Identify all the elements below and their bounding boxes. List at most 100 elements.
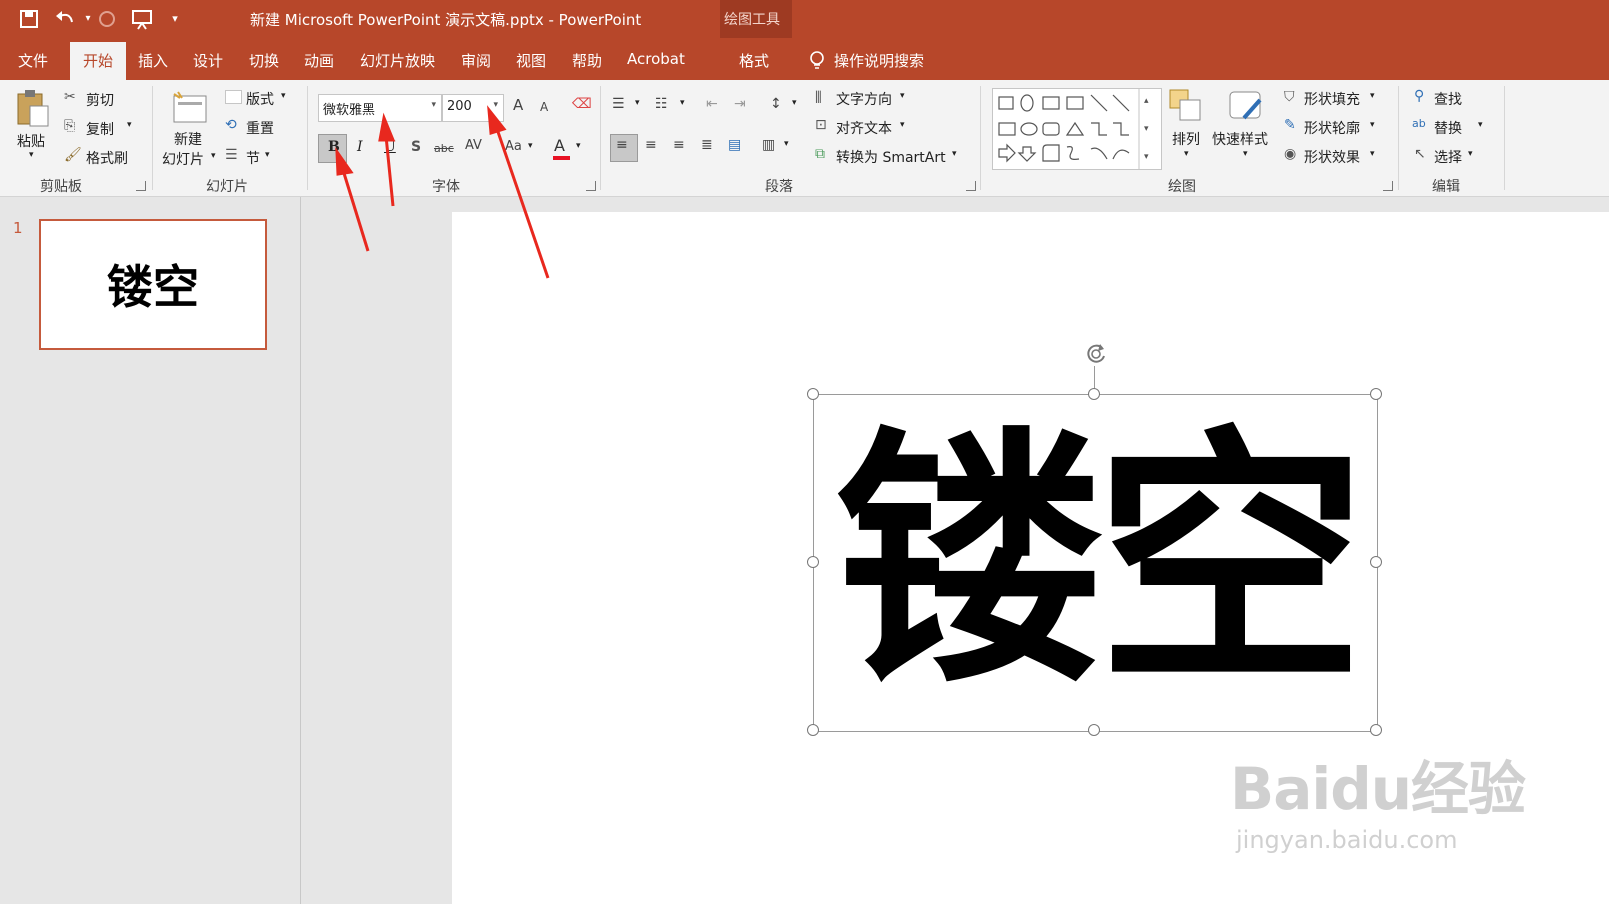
drawing-launcher[interactable] [1383, 181, 1393, 191]
format-painter-button[interactable]: 格式刷 [86, 148, 128, 168]
resize-handle-n[interactable] [1088, 388, 1100, 400]
new-slide-label-2[interactable]: 幻灯片 [162, 149, 204, 169]
shape-effects-dropdown-icon[interactable]: ▾ [1370, 149, 1375, 159]
tab-insert[interactable]: 插入 [138, 50, 168, 71]
decrease-indent-icon[interactable]: ⇤ [706, 96, 718, 112]
shrink-font-button[interactable]: A [540, 100, 548, 114]
font-name-combobox[interactable]: 微软雅黑 ▾ [318, 94, 442, 122]
new-slide-dropdown-icon[interactable]: ▾ [211, 151, 216, 161]
align-center-icon[interactable]: ≡ [645, 137, 657, 153]
tab-help[interactable]: 帮助 [572, 50, 602, 71]
increase-indent-icon[interactable]: ⇥ [734, 96, 746, 112]
shape-effects-button[interactable]: 形状效果 [1304, 147, 1360, 167]
tab-view[interactable]: 视图 [516, 50, 546, 71]
change-case-button[interactable]: Aa [505, 139, 522, 154]
font-size-dropdown-icon[interactable]: ▾ [493, 100, 498, 110]
shape-outline-button[interactable]: 形状轮廓 [1304, 118, 1360, 138]
replace-dropdown-icon[interactable]: ▾ [1478, 120, 1483, 130]
tab-format[interactable]: 格式 [739, 50, 769, 71]
tab-design[interactable]: 设计 [193, 50, 223, 71]
resize-handle-ne[interactable] [1370, 388, 1382, 400]
strikethrough-button[interactable]: abc [434, 142, 454, 155]
present-icon[interactable] [130, 7, 154, 31]
select-dropdown-icon[interactable]: ▾ [1468, 149, 1473, 159]
resize-handle-se[interactable] [1370, 724, 1382, 736]
find-button[interactable]: 查找 [1434, 89, 1462, 109]
clipboard-launcher[interactable] [136, 181, 146, 191]
change-case-dropdown-icon[interactable]: ▾ [528, 141, 533, 151]
cut-button[interactable]: 剪切 [86, 90, 114, 110]
align-text-dropdown-icon[interactable]: ▾ [900, 120, 905, 130]
italic-button[interactable]: I [357, 139, 363, 155]
quick-styles-icon[interactable] [1226, 88, 1266, 126]
tab-review[interactable]: 审阅 [461, 50, 491, 71]
clear-formatting-icon[interactable]: ⌫ [572, 96, 592, 112]
bullets-icon[interactable]: ☰ [612, 96, 625, 112]
shape-fill-dropdown-icon[interactable]: ▾ [1370, 91, 1375, 101]
resize-handle-e[interactable] [1370, 556, 1382, 568]
shadow-button[interactable]: S [411, 139, 421, 155]
quick-styles-dropdown-icon[interactable]: ▾ [1243, 149, 1248, 159]
undo-icon[interactable] [54, 8, 76, 30]
redo-icon[interactable] [96, 8, 118, 30]
slide-text[interactable]: 镂空 [814, 397, 1377, 727]
underline-button[interactable]: U [384, 139, 396, 155]
arrange-button[interactable]: 排列 [1172, 129, 1200, 149]
tab-home[interactable]: 开始 [83, 50, 113, 71]
text-box[interactable]: 镂空 [813, 394, 1378, 732]
numbering-dropdown-icon[interactable]: ▾ [680, 98, 685, 108]
tab-animations[interactable]: 动画 [304, 50, 334, 71]
char-spacing-button[interactable]: AV [465, 138, 482, 153]
copy-button[interactable]: 复制 [86, 119, 114, 139]
align-right-icon[interactable]: ≡ [673, 137, 685, 153]
tab-slideshow[interactable]: 幻灯片放映 [360, 50, 435, 71]
paste-dropdown-icon[interactable]: ▾ [29, 150, 34, 160]
shapes-gallery[interactable]: ▴ ▾ ▾ [992, 88, 1162, 170]
justify-icon[interactable]: ≣ [701, 137, 713, 153]
numbering-icon[interactable]: ☷ [655, 96, 668, 112]
save-icon[interactable] [18, 8, 42, 30]
copy-dropdown-icon[interactable]: ▾ [127, 120, 132, 130]
font-size-combobox[interactable]: 200 ▾ [442, 94, 504, 122]
resize-handle-nw[interactable] [807, 388, 819, 400]
shape-outline-dropdown-icon[interactable]: ▾ [1370, 120, 1375, 130]
arrange-icon[interactable] [1168, 88, 1204, 126]
text-direction-button[interactable]: 文字方向 [836, 89, 892, 109]
smartart-dropdown-icon[interactable]: ▾ [952, 149, 957, 159]
grow-font-button[interactable]: A [513, 96, 523, 114]
tab-transitions[interactable]: 切换 [249, 50, 279, 71]
layout-button[interactable]: 版式 [246, 89, 274, 109]
arrange-dropdown-icon[interactable]: ▾ [1184, 149, 1189, 159]
dropdown-icon[interactable]: ▾ [164, 8, 186, 30]
tab-acrobat[interactable]: Acrobat [627, 50, 685, 68]
paragraph-launcher[interactable] [966, 181, 976, 191]
new-slide-label-1[interactable]: 新建 [174, 129, 202, 149]
distributed-icon[interactable]: ▤ [728, 137, 741, 153]
columns-icon[interactable]: ▥ [762, 137, 775, 153]
bullets-dropdown-icon[interactable]: ▾ [635, 98, 640, 108]
section-button[interactable]: 节 [246, 148, 260, 168]
rotate-handle-icon[interactable] [1082, 340, 1110, 368]
line-spacing-icon[interactable]: ↕ [770, 96, 782, 112]
resize-handle-sw[interactable] [807, 724, 819, 736]
new-slide-icon[interactable] [170, 88, 210, 126]
font-color-button[interactable]: A [554, 136, 565, 155]
layout-dropdown-icon[interactable]: ▾ [281, 91, 286, 101]
select-button[interactable]: 选择 [1434, 147, 1462, 167]
convert-smartart-button[interactable]: 转换为 SmartArt [836, 147, 946, 167]
font-name-dropdown-icon[interactable]: ▾ [431, 100, 436, 110]
slide-thumbnail[interactable]: 镂空 [39, 219, 267, 350]
tab-file[interactable]: 文件 [18, 50, 48, 71]
reset-button[interactable]: 重置 [246, 118, 274, 138]
text-direction-dropdown-icon[interactable]: ▾ [900, 91, 905, 101]
font-color-dropdown-icon[interactable]: ▾ [576, 141, 581, 151]
section-dropdown-icon[interactable]: ▾ [265, 150, 270, 160]
resize-handle-w[interactable] [807, 556, 819, 568]
tell-me-search[interactable]: 操作说明搜索 [834, 50, 924, 71]
columns-dropdown-icon[interactable]: ▾ [784, 139, 789, 149]
quick-styles-button[interactable]: 快速样式 [1212, 129, 1268, 149]
paste-icon[interactable] [16, 88, 50, 128]
paste-button[interactable]: 粘贴 [17, 131, 45, 151]
replace-button[interactable]: 替换 [1434, 118, 1462, 138]
bold-button[interactable]: B [318, 134, 347, 163]
